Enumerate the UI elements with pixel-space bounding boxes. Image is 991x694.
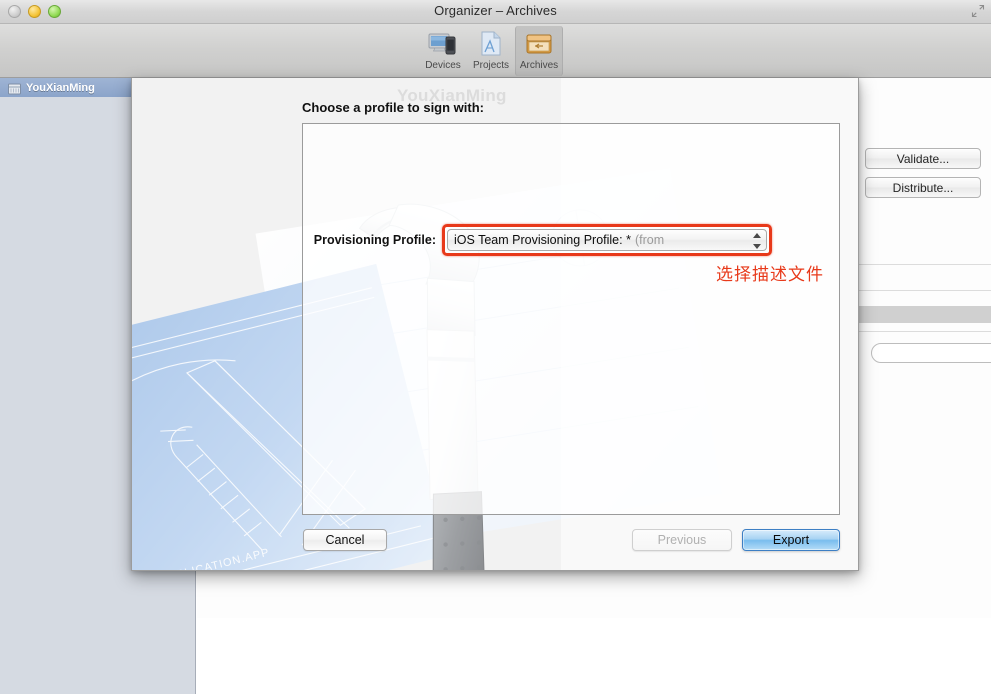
export-button[interactable]: Export: [742, 529, 840, 551]
cancel-button[interactable]: Cancel: [303, 529, 387, 551]
toolbar: Devices Projects Archives: [0, 24, 991, 78]
provisioning-profile-value: iOS Team Provisioning Profile: *: [454, 233, 631, 247]
distribute-button[interactable]: Distribute...: [865, 177, 981, 198]
sheet-title: Choose a profile to sign with:: [302, 100, 484, 115]
organizer-window: Organizer – Archives Devices Projects Ar…: [0, 0, 991, 694]
title-bar: Organizer – Archives: [0, 0, 991, 24]
divider-top: [856, 264, 991, 265]
provisioning-profile-label: Provisioning Profile:: [313, 233, 436, 247]
projects-icon: [477, 29, 505, 59]
sidebar-item-youxianming-label: YouXianMing: [26, 81, 95, 94]
table-header-band: [856, 306, 991, 323]
archives-icon: [525, 29, 553, 59]
chevron-updown-icon: [752, 233, 761, 249]
validate-button-label: Validate...: [896, 151, 950, 166]
distribute-button-label: Distribute...: [892, 180, 954, 195]
toolbar-item-devices-label: Devices: [425, 60, 461, 71]
export-button-label: Export: [772, 533, 810, 547]
export-sheet-dialog: PROJECT: APPLICATION.APP: [131, 78, 859, 571]
svg-text:PROJECT: APPLICATION.APP: PROJECT: APPLICATION.APP: [131, 546, 271, 571]
devices-icon: [428, 29, 458, 59]
toolbar-item-projects-label: Projects: [472, 60, 510, 71]
provisioning-profile-select[interactable]: iOS Team Provisioning Profile: * (from: [447, 229, 767, 251]
divider-bottom: [856, 290, 991, 291]
search-input[interactable]: [871, 343, 991, 363]
provisioning-profile-row: Provisioning Profile: iOS Team Provision…: [302, 224, 840, 258]
toolbar-segment-group: Devices Projects Archives: [419, 26, 563, 76]
annotation-select-profile: 选择描述文件: [716, 265, 824, 285]
toolbar-item-archives[interactable]: Archives: [515, 26, 563, 76]
fullscreen-icon[interactable]: [971, 4, 985, 18]
previous-button-label: Previous: [657, 533, 707, 547]
divider-table: [856, 331, 991, 332]
archive-group-icon: [8, 82, 21, 94]
toolbar-item-projects[interactable]: Projects: [467, 26, 515, 76]
window-title: Organizer – Archives: [434, 3, 557, 18]
profile-list-box: [302, 123, 840, 515]
toolbar-item-archives-label: Archives: [519, 60, 559, 71]
validate-button[interactable]: Validate...: [865, 148, 981, 169]
previous-button[interactable]: Previous: [632, 529, 732, 551]
cancel-button-label: Cancel: [325, 533, 365, 547]
toolbar-item-devices[interactable]: Devices: [419, 26, 467, 76]
provisioning-profile-value-suffix: (from: [634, 233, 665, 247]
